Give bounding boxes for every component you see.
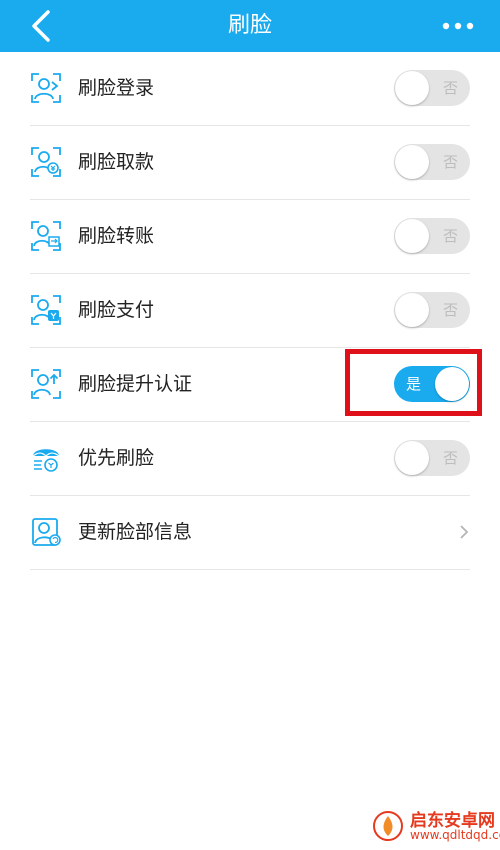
- row-update-face-info[interactable]: 更新脸部信息: [30, 496, 470, 570]
- row-label: 刷脸提升认证: [78, 373, 193, 395]
- row-label: 优先刷脸: [78, 447, 155, 469]
- toggle-knob: [395, 219, 429, 253]
- row-label: 刷脸支付: [78, 299, 155, 321]
- highlight-box: [345, 349, 482, 416]
- face-transfer-toggle[interactable]: 否: [394, 218, 470, 254]
- row-face-pay: 刷脸支付 否: [30, 274, 470, 348]
- row-face-login: 刷脸登录 否: [30, 52, 470, 126]
- row-label: 更新脸部信息: [78, 521, 193, 543]
- row-face-priority: 优先刷脸 否: [30, 422, 470, 496]
- face-pay-icon: [31, 295, 61, 325]
- watermark-url: www.qdltdqd.com: [410, 828, 500, 842]
- face-login-icon: [31, 73, 61, 103]
- app-header: 刷脸: [0, 0, 500, 52]
- toggle-state-label: 否: [442, 79, 458, 97]
- face-update-icon: [32, 518, 61, 546]
- toggle-knob: [395, 441, 429, 475]
- watermark-logo-icon: [373, 811, 403, 841]
- more-icon[interactable]: [438, 14, 478, 38]
- row-face-transfer: 刷脸转账 否: [30, 200, 470, 274]
- toggle-state-label: 否: [442, 301, 458, 319]
- face-priority-icon: [32, 449, 60, 472]
- face-upgrade-icon: [31, 369, 61, 399]
- face-withdraw-icon: [31, 147, 61, 177]
- chevron-right-icon: [460, 525, 469, 539]
- toggle-state-label: 否: [442, 449, 458, 467]
- face-priority-toggle[interactable]: 否: [394, 440, 470, 476]
- row-label: 刷脸登录: [78, 77, 155, 99]
- toggle-state-label: 否: [442, 227, 458, 245]
- row-label: 刷脸取款: [78, 151, 155, 173]
- face-withdraw-toggle[interactable]: 否: [394, 144, 470, 180]
- page-title: 刷脸: [227, 13, 272, 38]
- face-pay-toggle[interactable]: 否: [394, 292, 470, 328]
- row-face-withdraw: 刷脸取款 否: [30, 126, 470, 200]
- toggle-state-label: 否: [442, 153, 458, 171]
- face-login-toggle[interactable]: 否: [394, 70, 470, 106]
- toggle-knob: [395, 71, 429, 105]
- toggle-knob: [395, 145, 429, 179]
- row-label: 刷脸转账: [78, 225, 155, 247]
- toggle-knob: [395, 293, 429, 327]
- settings-list: 刷脸登录 否 刷脸取款 否 刷脸转账 否 刷脸支付 否 刷脸提升认证 是 优先刷…: [0, 52, 500, 570]
- face-transfer-icon: [31, 221, 61, 251]
